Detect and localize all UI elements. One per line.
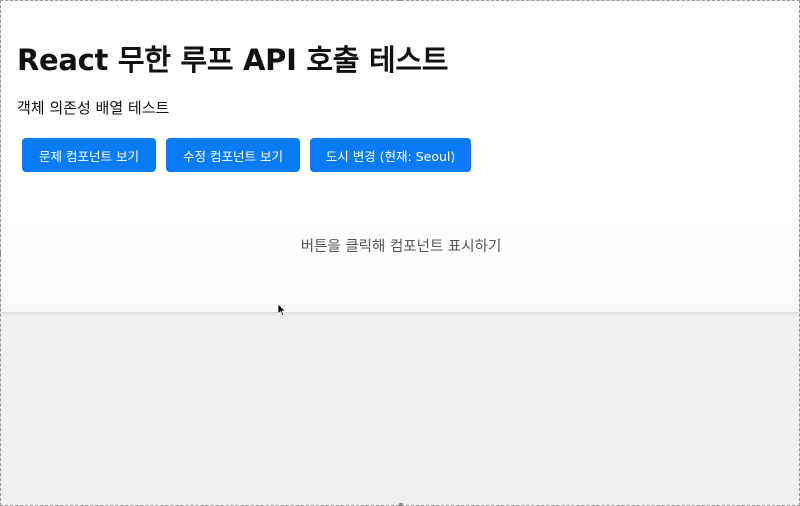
component-placeholder-text: 버튼을 클릭해 컴포넌트 표시하기	[300, 239, 502, 255]
page-subtitle: 객체 의존성 배열 테스트	[17, 99, 170, 117]
button-row: 문제 컴포넌트 보기 수정 컴포넌트 보기 도시 변경 (현재: Seoul)	[22, 138, 471, 172]
app-container: React 무한 루프 API 호출 테스트 객체 의존성 배열 테스트 문제 …	[1, 1, 799, 313]
show-fixed-component-button[interactable]: 수정 컴포넌트 보기	[166, 138, 300, 172]
browser-viewport: React 무한 루프 API 호출 테스트 객체 의존성 배열 테스트 문제 …	[0, 0, 800, 506]
page-title: React 무한 루프 API 호출 테스트	[17, 43, 449, 77]
mouse-pointer-icon	[277, 303, 287, 317]
show-problem-component-button[interactable]: 문제 컴포넌트 보기	[22, 138, 156, 172]
change-city-button[interactable]: 도시 변경 (현재: Seoul)	[310, 138, 471, 172]
